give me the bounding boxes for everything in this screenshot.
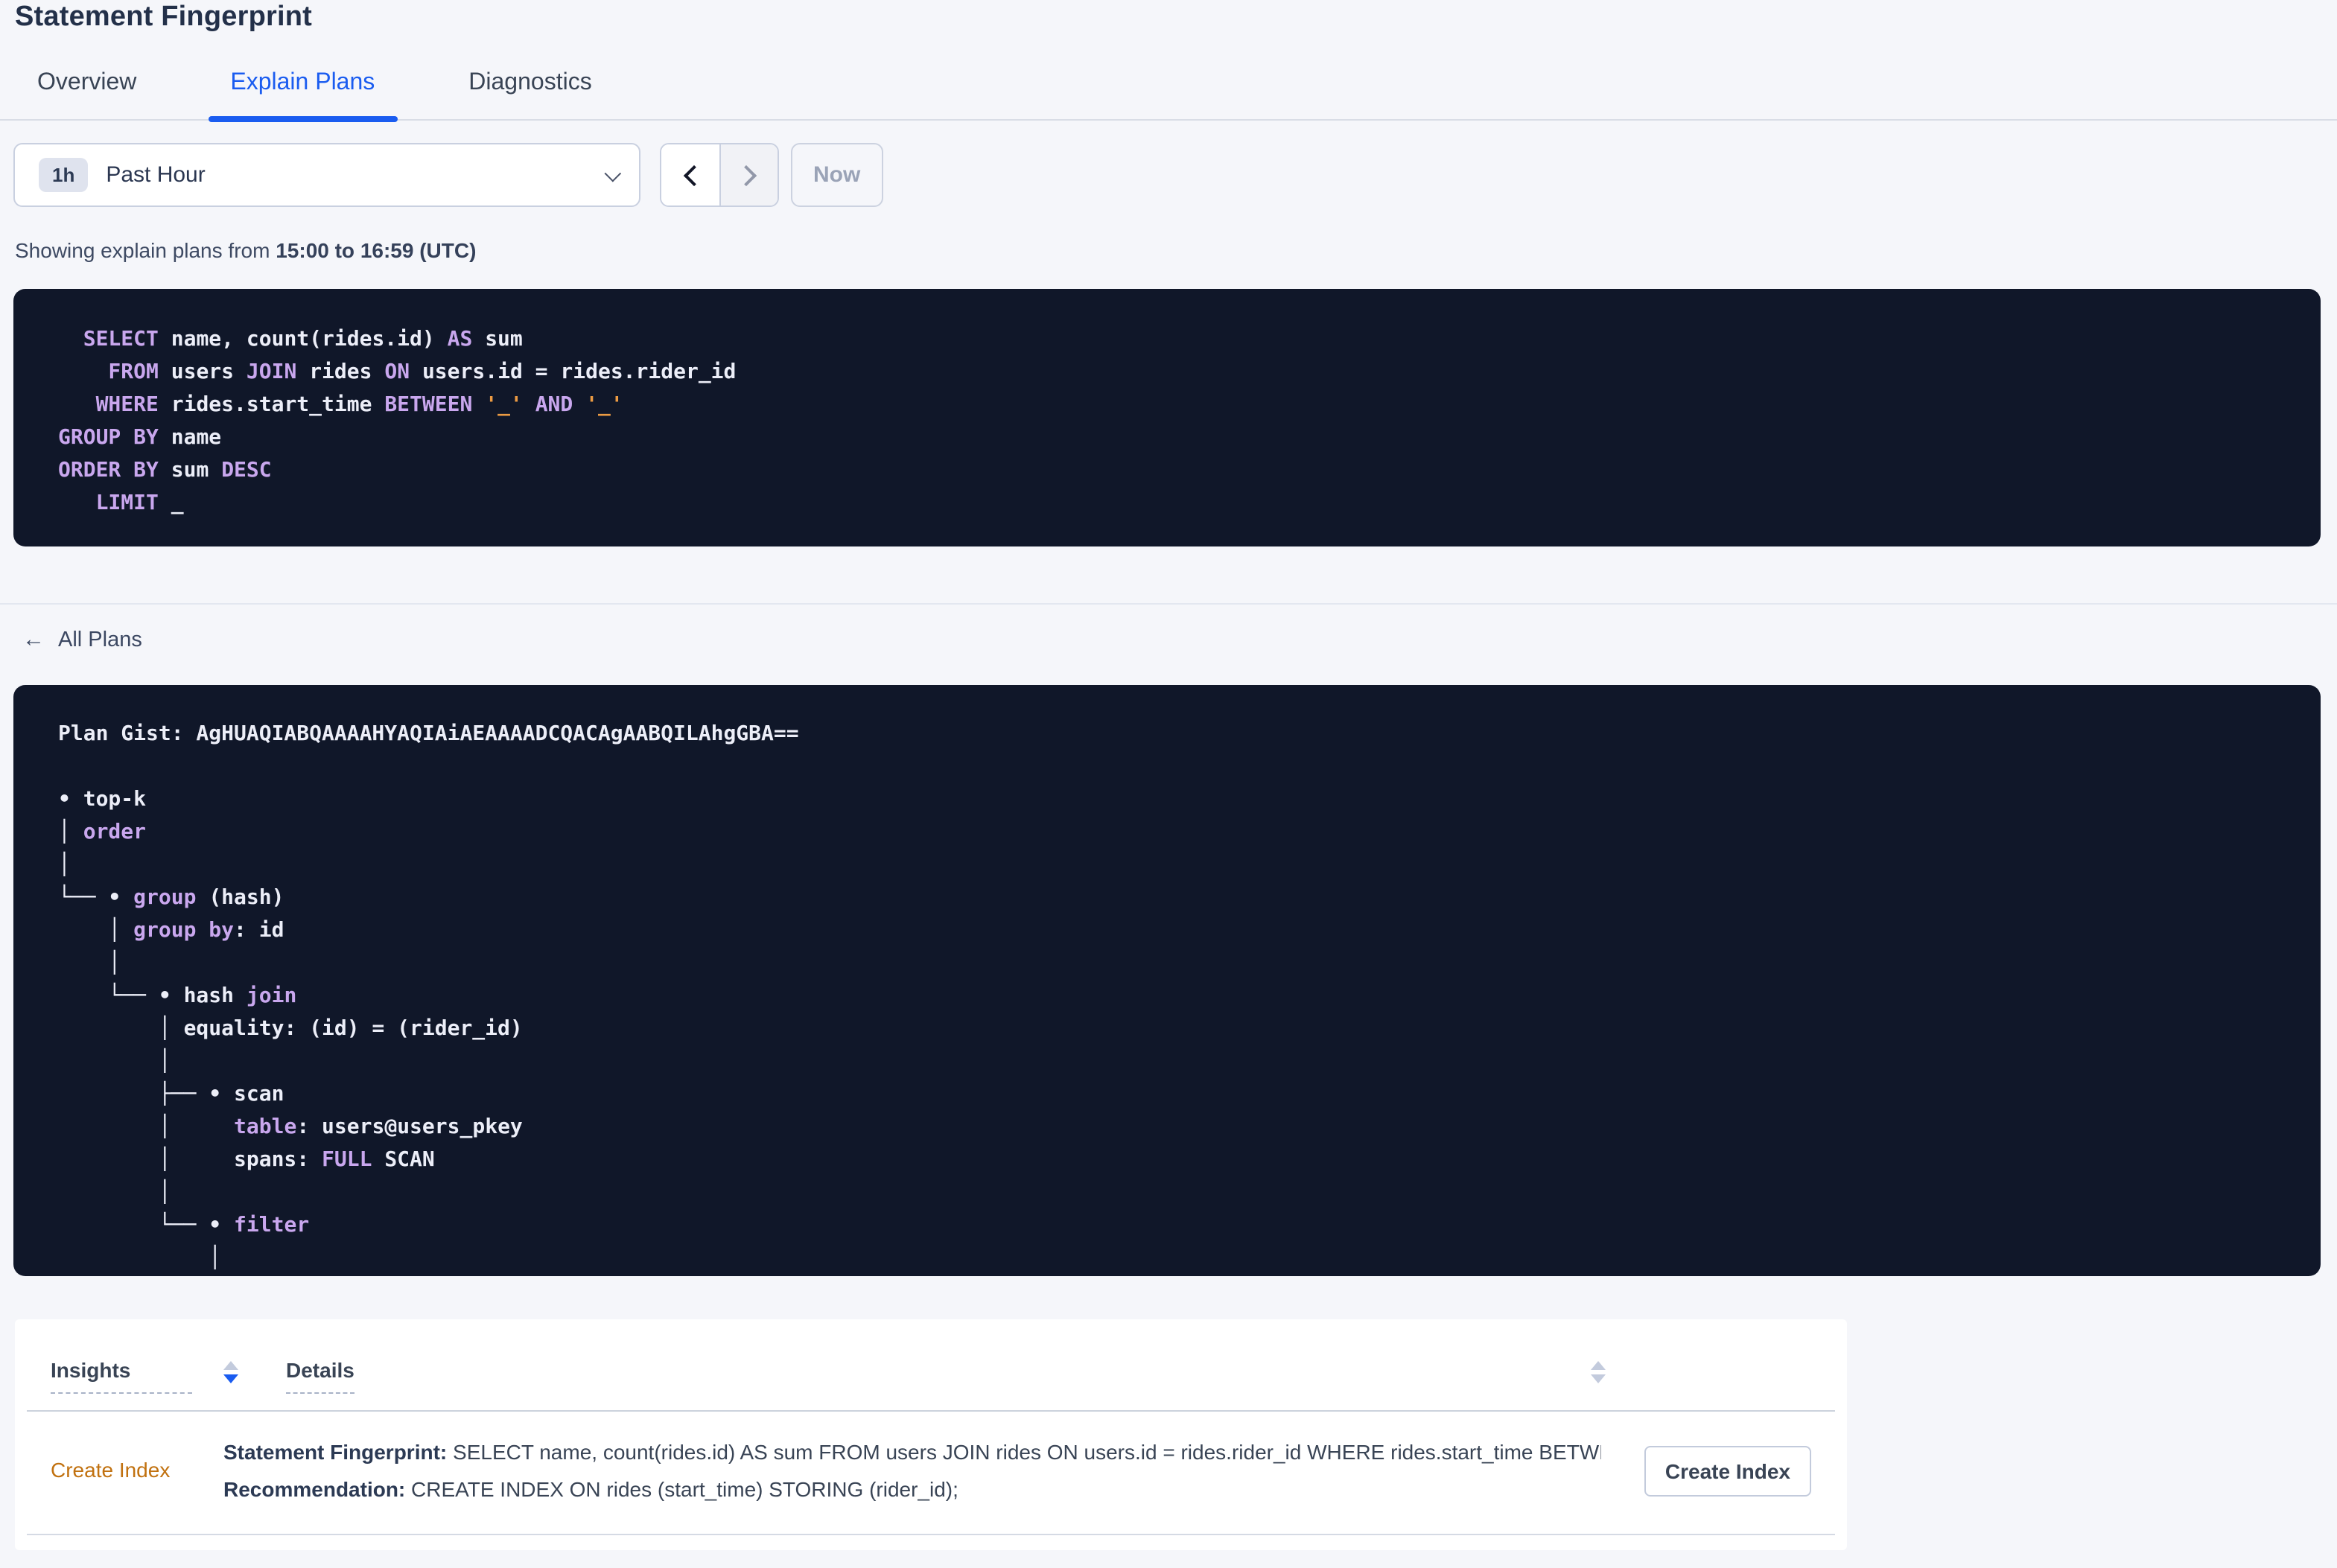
plan-gist-box: Plan Gist: AgHUAQIABQAAAAHYAQIAiAEAAAADC…: [13, 685, 2321, 1276]
all-plans-back-link[interactable]: ← All Plans: [22, 627, 142, 652]
summary-prefix: Showing explain plans from: [15, 238, 276, 262]
divider: [0, 603, 2337, 605]
time-range-label: Past Hour: [106, 162, 206, 188]
arrow-left-icon: ←: [22, 627, 45, 652]
statement-fingerprint-page: Statement Fingerprint Overview Explain P…: [0, 0, 2337, 1568]
statement-fingerprint-line: Statement Fingerprint: SELECT name, coun…: [223, 1441, 1601, 1464]
create-index-button[interactable]: Create Index: [1644, 1446, 1811, 1497]
next-range-button[interactable]: [719, 144, 778, 205]
insight-cell: Create Index: [51, 1458, 223, 1485]
back-link-label: All Plans: [58, 628, 142, 651]
tab-diagnostics[interactable]: Diagnostics: [446, 57, 614, 119]
time-range-select[interactable]: 1h Past Hour: [13, 143, 640, 207]
page-title: Statement Fingerprint: [15, 1, 313, 33]
insights-table-header: Insights Details: [15, 1319, 1847, 1410]
action-cell: Create Index: [1644, 1446, 1811, 1497]
column-header-insights[interactable]: Insights: [51, 1358, 192, 1394]
column-header-details[interactable]: Details: [286, 1358, 354, 1394]
details-cell: Statement Fingerprint: SELECT name, coun…: [223, 1441, 1621, 1501]
chevron-left-icon: [682, 164, 705, 186]
card-footer: [15, 1535, 1847, 1550]
chevron-down-icon: [604, 164, 622, 182]
previous-range-button[interactable]: [661, 144, 719, 205]
tab-bar: Overview Explain Plans Diagnostics: [0, 57, 2337, 122]
table-row: Create Index Statement Fingerprint: SELE…: [15, 1412, 1847, 1534]
time-range-badge: 1h: [39, 158, 89, 192]
insights-card: Insights Details Create Index Statement …: [15, 1319, 1847, 1550]
chevron-right-icon: [735, 164, 757, 186]
tab-overview[interactable]: Overview: [15, 57, 159, 119]
sort-icon[interactable]: [1591, 1358, 1606, 1383]
tab-explain-plans[interactable]: Explain Plans: [208, 57, 398, 122]
sort-icon[interactable]: [223, 1358, 238, 1383]
showing-plans-summary: Showing explain plans from 15:00 to 16:5…: [15, 237, 2337, 264]
now-button[interactable]: Now: [791, 143, 883, 207]
time-nav-button-group: [660, 143, 779, 207]
time-controls: 1h Past Hour Now: [13, 143, 2337, 207]
summary-time-range: 15:00 to 16:59 (UTC): [276, 238, 477, 262]
create-index-link[interactable]: Create Index: [51, 1458, 170, 1482]
recommendation-line: Recommendation: CREATE INDEX ON rides (s…: [223, 1479, 958, 1501]
sql-statement-box: SELECT name, count(rides.id) AS sum FROM…: [13, 289, 2321, 546]
